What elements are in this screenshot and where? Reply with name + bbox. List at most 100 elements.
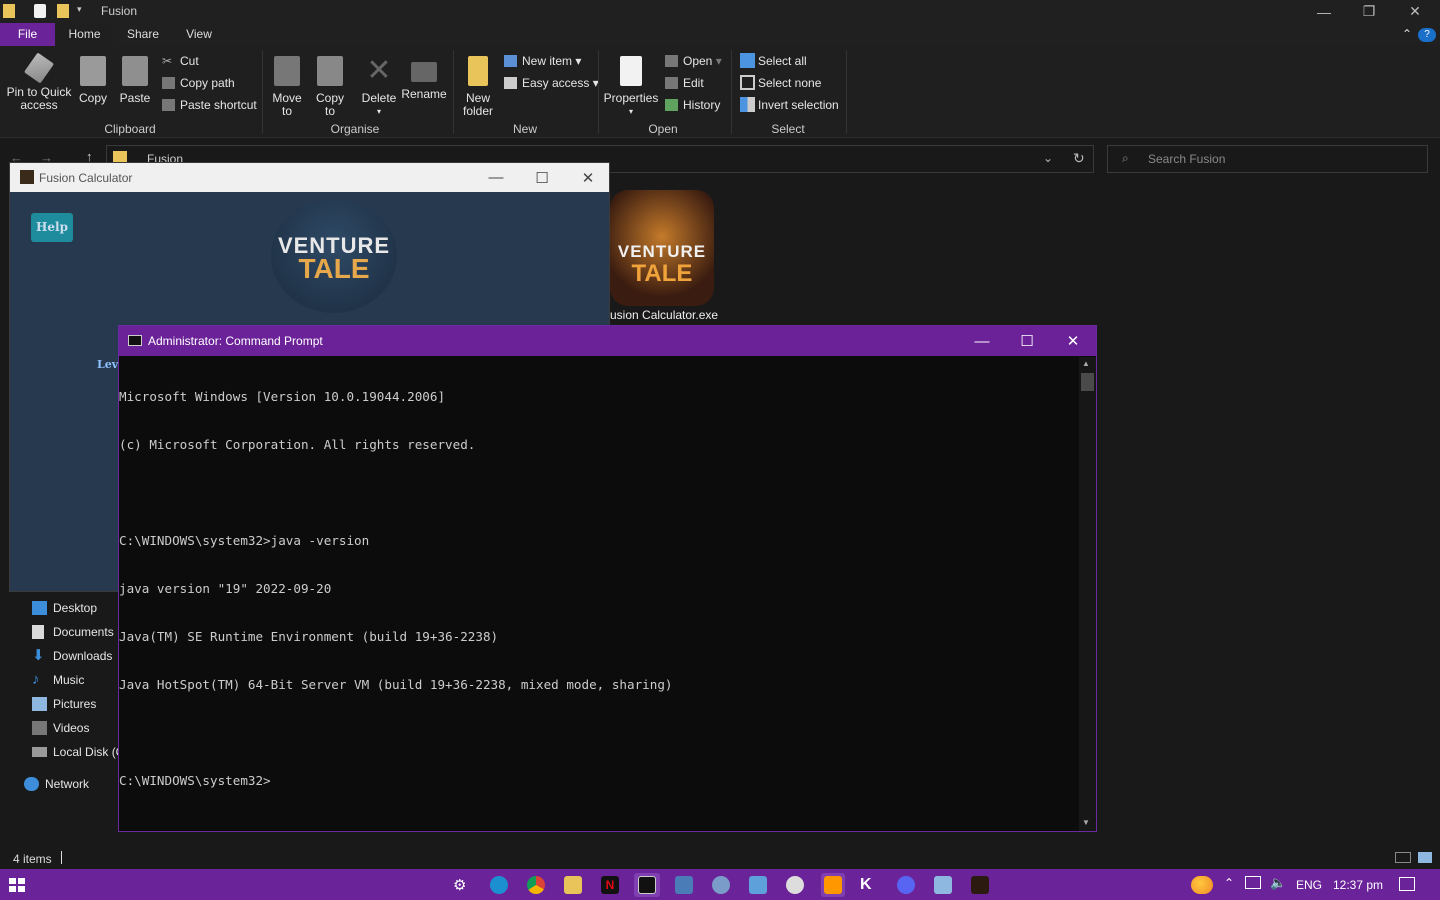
properties-button[interactable]: Properties ▾ <box>603 52 659 118</box>
rename-button[interactable]: Rename <box>401 52 447 101</box>
easy-access-button[interactable]: Easy access ▾ <box>502 73 599 93</box>
restore-button[interactable]: ❐ <box>1346 0 1392 23</box>
file-name-label[interactable]: usion Calculator.exe <box>610 308 718 322</box>
minimize-button[interactable]: — <box>959 326 1005 356</box>
copy-button[interactable]: Copy <box>76 52 110 105</box>
chrome-browser-icon[interactable] <box>527 876 545 894</box>
nav-item-documents[interactable]: Documents <box>32 621 114 643</box>
refresh-icon[interactable]: ↻ <box>1073 150 1085 167</box>
close-button[interactable]: ✕ <box>1392 0 1438 23</box>
command-prompt-icon[interactable] <box>638 876 656 894</box>
settings-gear-icon[interactable]: ⚙ <box>453 876 471 894</box>
tab-home[interactable]: Home <box>56 23 113 46</box>
new-folder-button[interactable]: New folder <box>458 52 498 118</box>
command-prompt-window[interactable]: Administrator: Command Prompt — ☐ ✕ Micr… <box>118 325 1097 832</box>
kodi-icon[interactable]: K <box>860 876 878 894</box>
nav-item-local-disk[interactable]: Local Disk (C <box>32 741 124 763</box>
vertical-scrollbar[interactable]: ▲ ▼ <box>1079 357 1096 831</box>
clock[interactable]: 12:37 pm <box>1333 878 1383 892</box>
nav-item-pictures[interactable]: Pictures <box>32 693 96 715</box>
select-all-label: Select all <box>758 54 807 68</box>
network-status-icon[interactable] <box>1245 876 1261 889</box>
discord-icon[interactable] <box>897 876 915 894</box>
explorer-title-bar: ▾ Fusion — ❐ ✕ <box>0 0 1440 23</box>
scroll-down-icon[interactable]: ▼ <box>1082 818 1090 827</box>
tab-file[interactable]: File <box>0 23 55 46</box>
nav-item-desktop[interactable]: Desktop <box>32 597 97 619</box>
new-folder-quick-icon[interactable] <box>57 4 69 18</box>
console-output[interactable]: Microsoft Windows [Version 10.0.19044.20… <box>119 357 1079 821</box>
close-button[interactable]: ✕ <box>565 163 611 192</box>
edit-button[interactable]: Edit <box>663 73 704 93</box>
nav-item-network[interactable]: Network <box>24 773 89 795</box>
nav-item-downloads[interactable]: ⬇ Downloads <box>32 645 112 667</box>
nav-label: Documents <box>53 625 114 639</box>
history-button[interactable]: History <box>663 95 720 115</box>
help-icon[interactable]: ? <box>1418 28 1436 42</box>
console-line: Microsoft Windows [Version 10.0.19044.20… <box>119 389 446 404</box>
edge-browser-icon[interactable] <box>490 876 508 894</box>
cut-button[interactable]: ✂ Cut <box>160 51 199 71</box>
new-item-button[interactable]: New item ▾ <box>502 51 581 71</box>
properties-quick-icon[interactable] <box>34 4 46 18</box>
maximize-button[interactable]: ☐ <box>1004 326 1050 356</box>
photos-icon[interactable] <box>934 876 952 894</box>
scroll-thumb[interactable] <box>1081 373 1094 391</box>
file-explorer-icon[interactable] <box>564 876 582 894</box>
new-item-label: New item <box>522 54 573 68</box>
customize-qat-icon[interactable]: ▾ <box>77 4 86 18</box>
move-to-button[interactable]: Move to <box>268 52 306 118</box>
documents-icon <box>32 625 44 639</box>
tab-share[interactable]: Share <box>118 23 168 46</box>
nav-item-music[interactable]: ♪ Music <box>32 669 84 691</box>
netflix-icon[interactable]: N <box>601 876 619 894</box>
collapse-ribbon-icon[interactable]: ⌃ <box>1398 23 1416 46</box>
control-panel-icon[interactable] <box>749 876 767 894</box>
close-button[interactable]: ✕ <box>1050 326 1096 356</box>
app-icon[interactable] <box>786 876 804 894</box>
select-none-button[interactable]: Select none <box>738 73 821 93</box>
chevron-up-icon[interactable]: ⌃ <box>1224 876 1234 890</box>
details-view-icon[interactable] <box>1395 852 1411 863</box>
pin-icon <box>23 52 55 84</box>
paste-shortcut-button[interactable]: Paste shortcut <box>160 95 257 115</box>
volume-icon[interactable]: 🔈 <box>1270 875 1286 891</box>
scroll-up-icon[interactable]: ▲ <box>1082 359 1090 368</box>
paste-button[interactable]: Paste <box>118 52 152 105</box>
search-input[interactable]: ⌕ Search Fusion <box>1107 145 1428 173</box>
logo-text-bottom: TALE <box>298 253 370 284</box>
notifications-icon[interactable] <box>1399 877 1415 891</box>
minimize-button[interactable]: — <box>473 163 519 192</box>
file-icon-venture-tale[interactable]: VENTURE TALE <box>610 190 714 306</box>
copy-to-button[interactable]: Copy to <box>311 52 349 118</box>
delete-button[interactable]: ✕ Delete ▾ <box>358 52 400 118</box>
calculator-icon[interactable] <box>675 876 693 894</box>
paste-icon <box>122 56 148 86</box>
pictures-icon <box>32 697 47 711</box>
copy-path-icon <box>162 77 175 89</box>
tab-view[interactable]: View <box>175 23 223 46</box>
open-label: Open <box>683 54 713 68</box>
drive-icon <box>32 747 47 757</box>
select-all-button[interactable]: Select all <box>738 51 807 71</box>
venture-tale-logo: VENTURE TALE <box>271 199 397 313</box>
nav-label: Desktop <box>53 601 98 615</box>
weather-icon[interactable] <box>1191 876 1213 894</box>
paint-icon[interactable] <box>712 876 730 894</box>
sublime-text-icon[interactable] <box>824 876 842 894</box>
invert-selection-button[interactable]: Invert selection <box>738 95 839 115</box>
maximize-button[interactable]: ☐ <box>519 163 565 192</box>
start-windows-icon[interactable] <box>9 878 25 892</box>
help-button[interactable]: Help <box>31 213 73 242</box>
open-button[interactable]: Open ▾ <box>663 51 722 71</box>
nav-item-videos[interactable]: Videos <box>32 717 89 739</box>
divider <box>61 851 62 864</box>
paste-label: Paste <box>119 91 151 105</box>
pin-to-quick-access-button[interactable]: Pin to Quick access <box>4 52 74 112</box>
copy-path-button[interactable]: Copy path <box>160 73 235 93</box>
fusion-calculator-taskbar-icon[interactable] <box>971 876 989 894</box>
language-indicator[interactable]: ENG <box>1296 878 1322 892</box>
minimize-button[interactable]: — <box>1301 0 1347 23</box>
large-icons-view-icon[interactable] <box>1418 852 1432 863</box>
chevron-down-icon[interactable]: ⌄ <box>1043 151 1053 165</box>
